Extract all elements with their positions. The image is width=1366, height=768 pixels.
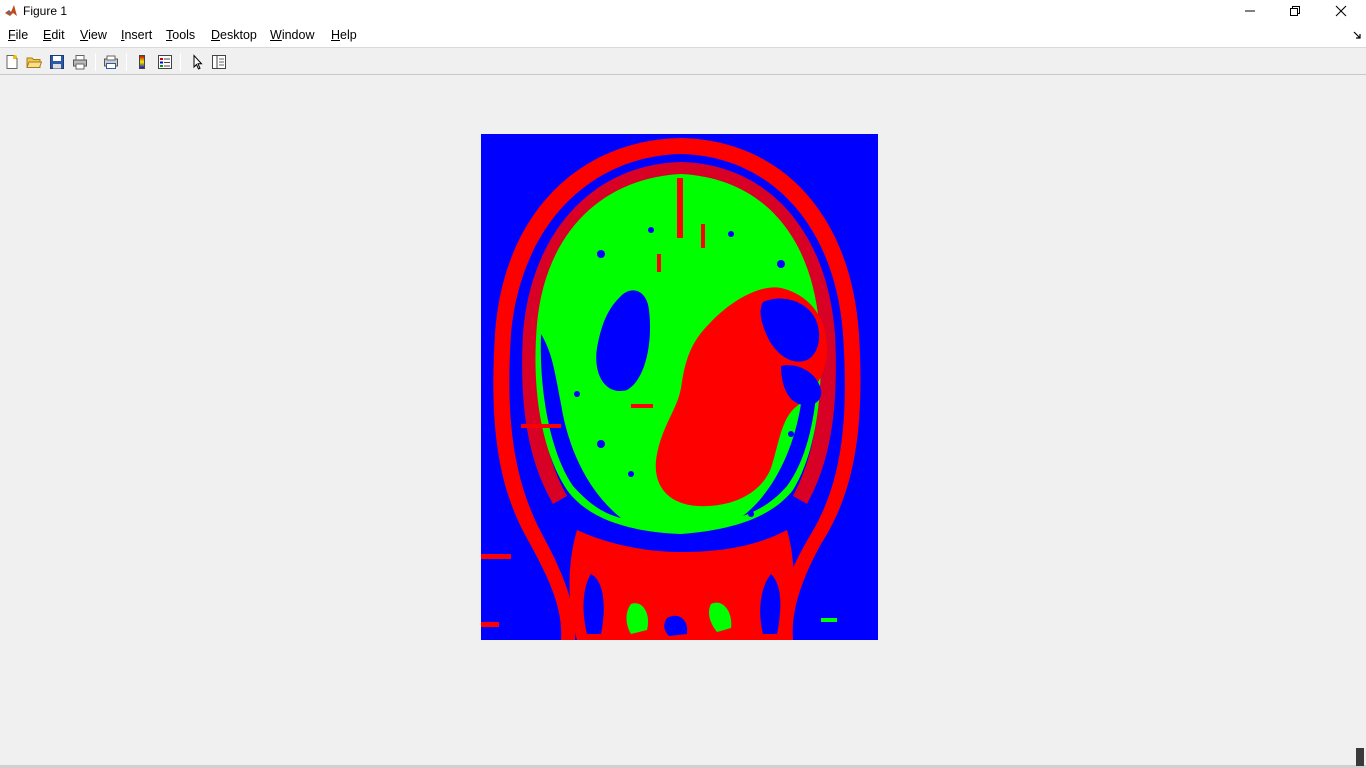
- print-button[interactable]: [70, 52, 90, 72]
- open-file-button[interactable]: [24, 52, 44, 72]
- segmented-mri-image: [481, 134, 878, 640]
- menu-view[interactable]: View: [80, 28, 107, 42]
- print-icon: [73, 55, 87, 70]
- title-bar: Figure 1: [0, 0, 1366, 24]
- edit-plot-button[interactable]: [187, 52, 207, 72]
- menu-window[interactable]: Window: [270, 28, 314, 42]
- edit-plot-arrow-icon: [193, 54, 203, 70]
- toolbar-separator: [95, 53, 96, 71]
- menu-file[interactable]: File: [8, 28, 28, 42]
- toolbar-separator: [126, 53, 127, 71]
- menu-desktop[interactable]: Desktop: [211, 28, 257, 42]
- property-inspector-icon: [212, 55, 226, 69]
- colorbar-icon: [139, 55, 145, 69]
- toolbar-separator: [180, 53, 181, 71]
- save-button[interactable]: [47, 52, 67, 72]
- matlab-logo-icon: [5, 5, 17, 16]
- property-inspector-button[interactable]: [209, 52, 229, 72]
- dock-arrow-icon[interactable]: [1352, 30, 1362, 40]
- menu-tools[interactable]: Tools: [166, 28, 195, 42]
- menu-bar: File Edit View Insert Tools Desktop Wind…: [0, 24, 1366, 48]
- open-file-icon: [26, 57, 42, 68]
- print-preview-icon: [104, 55, 118, 69]
- close-button[interactable]: [1318, 0, 1364, 22]
- minimize-icon: [1245, 10, 1255, 12]
- resize-grip[interactable]: [1356, 748, 1364, 766]
- figure-toolbar: [0, 49, 1366, 75]
- segmentation-map: [481, 134, 878, 640]
- new-figure-icon: [6, 55, 18, 69]
- menu-insert[interactable]: Insert: [121, 28, 152, 42]
- menu-edit[interactable]: Edit: [43, 28, 65, 42]
- minimize-button[interactable]: [1227, 0, 1273, 22]
- restore-icon: [1290, 6, 1300, 16]
- insert-colorbar-button[interactable]: [132, 52, 152, 72]
- menu-help[interactable]: Help: [331, 28, 357, 42]
- legend-icon: [158, 55, 172, 69]
- print-preview-button[interactable]: [101, 52, 121, 72]
- close-icon: [1335, 5, 1347, 17]
- new-figure-button[interactable]: [2, 52, 22, 72]
- restore-button[interactable]: [1272, 0, 1318, 22]
- save-icon: [50, 55, 64, 69]
- insert-legend-button[interactable]: [155, 52, 175, 72]
- window-title: Figure 1: [23, 4, 68, 18]
